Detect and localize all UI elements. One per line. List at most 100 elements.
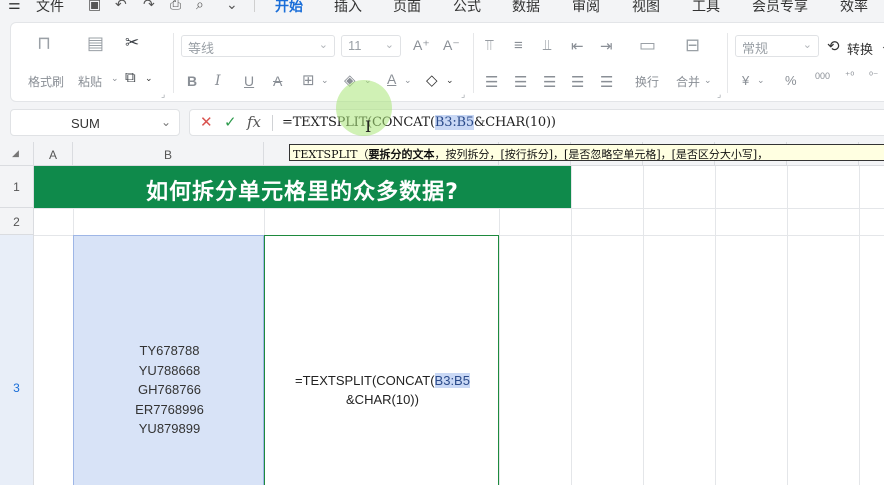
decrease-decimal-icon[interactable]: ⁰⁻ <box>869 71 878 82</box>
row-header-2[interactable]: 2 <box>0 208 34 235</box>
tab-page[interactable]: 页面 <box>393 0 421 16</box>
confirm-formula-icon[interactable]: ✓ <box>224 113 237 131</box>
increase-font-icon[interactable]: A⁺ <box>413 37 430 54</box>
cell-c3-active[interactable]: =TEXTSPLIT(CONCAT(B3:B5 &CHAR(10)) <box>264 235 499 485</box>
font-launcher-icon[interactable]: ⌟ <box>461 89 465 100</box>
chevron-down-icon: ⌄ <box>384 39 394 51</box>
borders-icon[interactable]: ⊞ <box>302 71 315 89</box>
tab-formulas[interactable]: 公式 <box>453 0 481 16</box>
clipboard-launcher-icon[interactable]: ⌟ <box>161 89 165 100</box>
menu-bar: ☰ 文件 ▣ ↶ ↷ ⎙ ⌕ ⌄ 开始 插入 页面 公式 数据 审阅 视图 工具… <box>0 0 884 16</box>
paste-button[interactable]: 粘贴 <box>78 73 102 90</box>
cut-icon[interactable]: ✂ <box>125 33 139 53</box>
tab-efficiency[interactable]: 效率 <box>840 0 868 16</box>
paste-icon[interactable]: ▤ <box>87 33 104 54</box>
merge-dropdown-icon[interactable]: ⌄ <box>704 75 712 86</box>
chevron-down-icon[interactable]: ⌄ <box>161 115 171 129</box>
font-color-dropdown-icon[interactable]: ⌄ <box>404 75 412 86</box>
tab-insert[interactable]: 插入 <box>334 0 362 16</box>
redo-icon[interactable]: ↷ <box>143 0 155 13</box>
print-icon[interactable]: ⎙ <box>170 0 181 13</box>
formula-input[interactable]: ✕ ✓ fx =TEXTSPLIT(CONCAT(B3:B5&CHAR(10)) <box>189 109 884 136</box>
column-header-b[interactable]: B <box>73 142 264 166</box>
increase-decimal-icon[interactable]: ⁺⁰ <box>845 71 854 82</box>
tab-home[interactable]: 开始 <box>275 0 303 16</box>
print-preview-icon[interactable]: ⌕ <box>196 0 204 13</box>
wrap-text-button[interactable]: 换行 <box>635 73 659 90</box>
chevron-down-icon: ⌄ <box>802 39 812 51</box>
tab-tools[interactable]: 工具 <box>692 0 720 16</box>
b3-value-line: TY678788 <box>139 343 200 358</box>
font-name-select[interactable]: 等线 ⌄ <box>181 35 335 57</box>
font-name-value: 等线 <box>188 41 215 56</box>
convert-button[interactable]: 转换 <box>847 39 873 58</box>
tab-review[interactable]: 审阅 <box>572 0 600 16</box>
indent-decrease-icon[interactable]: ⇤ <box>571 37 584 55</box>
column-header-a[interactable]: A <box>34 142 73 166</box>
decrease-font-icon[interactable]: A⁻ <box>443 37 460 54</box>
bold-icon[interactable]: B <box>187 73 197 89</box>
formula-suffix: &CHAR(10)) <box>473 115 556 130</box>
menu-file[interactable]: 文件 <box>36 0 64 16</box>
name-box[interactable]: SUM ⌄ <box>10 109 180 136</box>
title-cell[interactable]: 如何拆分单元格里的众多数据? <box>34 166 571 208</box>
strikethrough-icon[interactable]: A <box>273 73 282 89</box>
align-bottom-icon[interactable]: ⫫ <box>543 37 551 54</box>
ribbon: ⊓ 格式刷 ▤ 粘贴 ⌄ ✂ ⧉ ⌄ ⌟ 等线 ⌄ 11 ⌄ A⁺ A⁻ B I… <box>0 16 884 104</box>
row-header-1[interactable]: 1 <box>0 166 34 208</box>
wrap-text-icon[interactable]: ▭ <box>639 35 656 56</box>
save-icon[interactable]: ▣ <box>88 0 101 13</box>
indent-increase-icon[interactable]: ⇥ <box>600 37 613 55</box>
font-size-select[interactable]: 11 ⌄ <box>341 35 401 57</box>
align-right-icon[interactable]: ☰ <box>543 73 556 91</box>
clear-dropdown-icon[interactable]: ⌄ <box>446 75 454 86</box>
b3-value-line: ER7768996 <box>135 401 204 417</box>
format-painter-icon[interactable]: ⊓ <box>37 33 51 54</box>
tab-member[interactable]: 会员专享 <box>752 0 808 16</box>
format-painter-button[interactable]: 格式刷 <box>28 73 64 90</box>
c3-formula-line2: &CHAR(10)) <box>346 392 419 407</box>
currency-icon[interactable]: ¥ <box>742 73 749 88</box>
number-format-value: 常规 <box>742 41 769 56</box>
select-all-corner[interactable]: ◢ <box>0 142 34 166</box>
justify-icon[interactable]: ☰ <box>571 73 584 91</box>
tooltip-current-arg: 要拆分的文本 <box>368 148 435 161</box>
copy-dropdown-icon[interactable]: ⌄ <box>145 73 153 84</box>
thousands-icon[interactable]: 000 <box>815 71 830 81</box>
copy-icon[interactable]: ⧉ <box>125 69 136 86</box>
select-all-icon: ◢ <box>12 148 19 158</box>
tab-view[interactable]: 视图 <box>632 0 660 16</box>
insert-function-icon[interactable]: fx <box>247 113 261 131</box>
font-color-icon[interactable]: A <box>387 71 396 87</box>
currency-dropdown-icon[interactable]: ⌄ <box>757 75 765 86</box>
spreadsheet-grid[interactable]: ◢ A B 1 2 3 如何拆分单元格里的众多数据? TY678788 YU78… <box>0 142 884 485</box>
chevron-down-icon: ⌄ <box>318 39 328 51</box>
align-middle-icon[interactable]: ≡ <box>514 37 523 54</box>
alignment-launcher-icon[interactable]: ⌟ <box>717 89 721 100</box>
tooltip-rest: ，按列拆分，[按行拆分]，[是否忽略空单元格]，[是否区分大小写]， <box>434 148 769 161</box>
merge-button[interactable]: 合并 <box>676 73 700 90</box>
align-center-icon[interactable]: ☰ <box>514 73 527 91</box>
distribute-icon[interactable]: ☰ <box>600 73 613 91</box>
formula-text[interactable]: =TEXTSPLIT(CONCAT(B3:B5&CHAR(10)) <box>282 115 556 130</box>
menu-hamburger-icon[interactable]: ☰ <box>8 0 21 13</box>
italic-icon[interactable]: I <box>215 73 221 89</box>
paste-dropdown-icon[interactable]: ⌄ <box>111 73 119 84</box>
cell-b3[interactable]: TY678788 YU788668 GH768766 ER7768996 YU8… <box>73 235 264 485</box>
function-syntax-tooltip: TEXTSPLIT（要拆分的文本，按列拆分，[按行拆分]，[是否忽略空单元格]，… <box>289 144 884 161</box>
cancel-formula-icon[interactable]: ✕ <box>200 113 213 131</box>
quick-access-more-icon[interactable]: ⌄ <box>226 0 238 13</box>
align-top-icon[interactable]: ⫪ <box>485 37 493 54</box>
tab-data[interactable]: 数据 <box>512 0 540 16</box>
underline-icon[interactable]: U <box>244 73 254 89</box>
percent-icon[interactable]: % <box>785 73 797 88</box>
borders-dropdown-icon[interactable]: ⌄ <box>321 75 329 86</box>
row-header-3[interactable]: 3 <box>0 235 34 485</box>
clear-format-icon[interactable]: ◇ <box>426 71 438 89</box>
convert-icon[interactable]: ⟲ <box>827 37 840 55</box>
c3-formula[interactable]: =TEXTSPLIT(CONCAT(B3:B5 &CHAR(10)) <box>265 371 500 409</box>
number-format-select[interactable]: 常规 ⌄ <box>735 35 819 57</box>
merge-icon[interactable]: ⊟ <box>685 35 700 56</box>
align-left-icon[interactable]: ☰ <box>485 73 498 91</box>
undo-icon[interactable]: ↶ <box>115 0 127 13</box>
